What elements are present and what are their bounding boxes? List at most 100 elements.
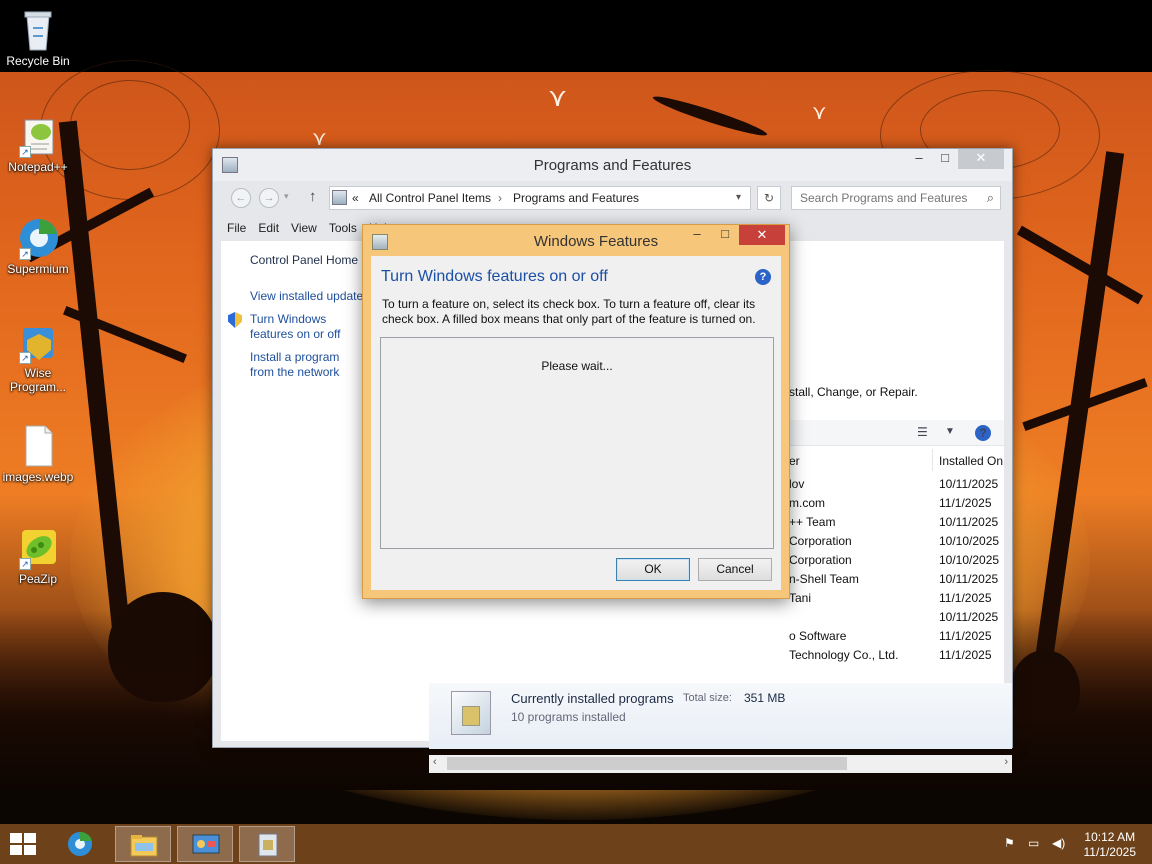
breadcrumb-programs-and-features[interactable]: Programs and Features bbox=[513, 191, 639, 205]
network-icon[interactable]: ▭ bbox=[1028, 836, 1039, 850]
address-dropdown-icon[interactable]: ▾ bbox=[736, 192, 741, 203]
dialog-description: To turn a feature on, select its check b… bbox=[382, 297, 756, 326]
maximize-button[interactable]: □ bbox=[711, 225, 739, 245]
breadcrumb-separator: › bbox=[498, 191, 502, 205]
menu-file[interactable]: File bbox=[221, 219, 252, 239]
cancel-button[interactable]: Cancel bbox=[698, 558, 772, 581]
file-explorer-icon bbox=[130, 835, 158, 857]
desktop-icon-wise-program-uninstaller[interactable]: ↗ Wise Program... bbox=[0, 320, 76, 394]
row-publisher: lov bbox=[789, 477, 805, 491]
up-arrow-icon[interactable]: ↑ bbox=[309, 188, 317, 205]
row-publisher: Corporation bbox=[789, 534, 852, 548]
dialog-title-bar[interactable]: Windows Features – □ ✕ bbox=[363, 225, 789, 255]
horizontal-scrollbar[interactable]: ‹ › bbox=[429, 755, 1012, 773]
wise-program-uninstaller-icon: ↗ bbox=[17, 320, 59, 364]
control-panel-home-link[interactable]: Control Panel Home bbox=[250, 253, 358, 268]
scrollbar-thumb[interactable] bbox=[447, 757, 847, 770]
total-size-value: 351 MB bbox=[744, 691, 786, 705]
total-size-label: Total size: bbox=[683, 692, 732, 704]
wallpaper-bat: ⋎ bbox=[548, 82, 568, 112]
row-installed-on: 10/10/2025 bbox=[939, 553, 1000, 567]
help-icon[interactable]: ? bbox=[975, 425, 991, 441]
start-button[interactable] bbox=[10, 833, 38, 857]
column-divider[interactable] bbox=[932, 449, 933, 471]
menu-tools[interactable]: Tools bbox=[323, 219, 363, 239]
desktop-icon-notepad-plus-plus[interactable]: ↗ Notepad++ bbox=[0, 114, 76, 174]
row-installed-on: 10/10/2025 bbox=[939, 534, 1000, 548]
uac-shield-icon bbox=[228, 312, 242, 328]
desktop-icon-label: images.webp bbox=[2, 470, 74, 484]
shortcut-arrow-icon: ↗ bbox=[19, 248, 31, 260]
view-options-icon[interactable]: ☰ bbox=[917, 425, 928, 439]
dialog-body: Turn Windows features on or off ? To tur… bbox=[371, 256, 781, 590]
shortcut-arrow-icon: ↗ bbox=[19, 352, 31, 364]
search-icon[interactable]: ⌕ bbox=[987, 190, 994, 206]
navigation-bar: ← → ▾ ↑ « All Control Panel Items › Prog… bbox=[221, 185, 1004, 211]
details-pane: Currently installed programs Total size:… bbox=[429, 683, 1012, 749]
desktop-icon-supermium[interactable]: ↗ Supermium bbox=[0, 216, 76, 276]
action-center-flag-icon[interactable]: ⚑ bbox=[1004, 836, 1015, 850]
install-program-from-network-link[interactable]: Install a program from the network bbox=[250, 350, 365, 380]
recent-pages-chevron-icon[interactable]: ▾ bbox=[284, 191, 289, 202]
refresh-button[interactable]: ↻ bbox=[757, 186, 781, 210]
row-publisher: n-Shell Team bbox=[789, 572, 859, 586]
row-installed-on: 11/1/2025 bbox=[939, 629, 992, 643]
address-bar[interactable]: « All Control Panel Items › Programs and… bbox=[329, 186, 751, 210]
taskbar: ⚑ ▭ ◀) 10:12 AM 11/1/2025 bbox=[0, 824, 1152, 864]
loading-message: Please wait... bbox=[541, 359, 613, 373]
desktop-icon-peazip[interactable]: ↗ PeaZip bbox=[0, 526, 76, 586]
desktop-icon-label: Wise Program... bbox=[9, 366, 66, 394]
desktop-icon-images-webp[interactable]: images.webp bbox=[0, 424, 76, 484]
forward-button[interactable]: → bbox=[259, 188, 279, 208]
desktop-icon-label: PeaZip bbox=[18, 572, 58, 586]
desktop-icon-label: Supermium bbox=[7, 262, 69, 276]
address-overflow-chevron[interactable]: « bbox=[352, 191, 359, 205]
uninstall-instructions: stall, Change, or Repair. bbox=[789, 385, 918, 399]
breadcrumb-all-control-panel-items[interactable]: All Control Panel Items bbox=[369, 191, 491, 205]
wallpaper-bat: ⋎ bbox=[812, 102, 827, 124]
shortcut-arrow-icon: ↗ bbox=[19, 146, 31, 158]
volume-icon[interactable]: ◀) bbox=[1052, 836, 1065, 850]
row-installed-on: 10/11/2025 bbox=[939, 477, 999, 491]
taskbar-clock[interactable]: 10:12 AM 11/1/2025 bbox=[1084, 830, 1137, 860]
desktop-icon-recycle-bin[interactable]: Recycle Bin bbox=[0, 8, 76, 68]
window-title-bar[interactable]: Programs and Features – □ ✕ bbox=[213, 149, 1012, 181]
view-options-dropdown-icon[interactable]: ▼ bbox=[945, 426, 955, 437]
taskbar-supermium[interactable] bbox=[52, 826, 108, 862]
ok-button[interactable]: OK bbox=[616, 558, 690, 581]
search-input[interactable] bbox=[800, 188, 980, 208]
minimize-button[interactable]: – bbox=[906, 149, 932, 169]
close-button[interactable]: ✕ bbox=[739, 225, 785, 245]
help-icon[interactable]: ? bbox=[755, 269, 771, 285]
taskbar-file-explorer[interactable] bbox=[115, 826, 171, 862]
installed-programs-icon bbox=[451, 691, 491, 735]
window-title: Programs and Features bbox=[533, 157, 692, 174]
menu-edit[interactable]: Edit bbox=[252, 219, 285, 239]
minimize-button[interactable]: – bbox=[683, 225, 711, 245]
row-installed-on: 11/1/2025 bbox=[939, 496, 992, 510]
menu-view[interactable]: View bbox=[285, 219, 323, 239]
row-installed-on: 10/11/2025 bbox=[939, 515, 999, 529]
view-installed-updates-link[interactable]: View installed updates bbox=[250, 289, 370, 304]
notepad-plus-plus-icon: ↗ bbox=[17, 114, 59, 158]
row-installed-on: 11/1/2025 bbox=[939, 591, 992, 605]
clock-time: 10:12 AM bbox=[1084, 830, 1136, 844]
supermium-browser-icon bbox=[68, 831, 92, 856]
row-publisher: m.com bbox=[789, 496, 825, 510]
features-tree[interactable]: Please wait... bbox=[380, 337, 774, 549]
close-button[interactable]: ✕ bbox=[958, 149, 1004, 169]
recycle-bin-icon bbox=[17, 8, 59, 52]
scroll-left-icon[interactable]: ‹ bbox=[433, 756, 437, 768]
column-header-publisher[interactable]: er bbox=[789, 454, 800, 468]
row-publisher: ++ Team bbox=[789, 515, 836, 529]
maximize-button[interactable]: □ bbox=[932, 149, 958, 169]
taskbar-windows-features[interactable] bbox=[239, 826, 295, 862]
turn-windows-features-link[interactable]: Turn Windows features on or off bbox=[250, 312, 365, 342]
peazip-icon: ↗ bbox=[17, 526, 59, 570]
search-box[interactable]: ⌕ bbox=[791, 186, 1001, 210]
back-button[interactable]: ← bbox=[231, 188, 251, 208]
taskbar-control-panel[interactable] bbox=[177, 826, 233, 862]
windows-features-dialog: Windows Features – □ ✕ Turn Windows feat… bbox=[362, 224, 790, 599]
scroll-right-icon[interactable]: › bbox=[1004, 756, 1008, 768]
column-header-installed-on[interactable]: Installed On bbox=[939, 454, 1003, 468]
